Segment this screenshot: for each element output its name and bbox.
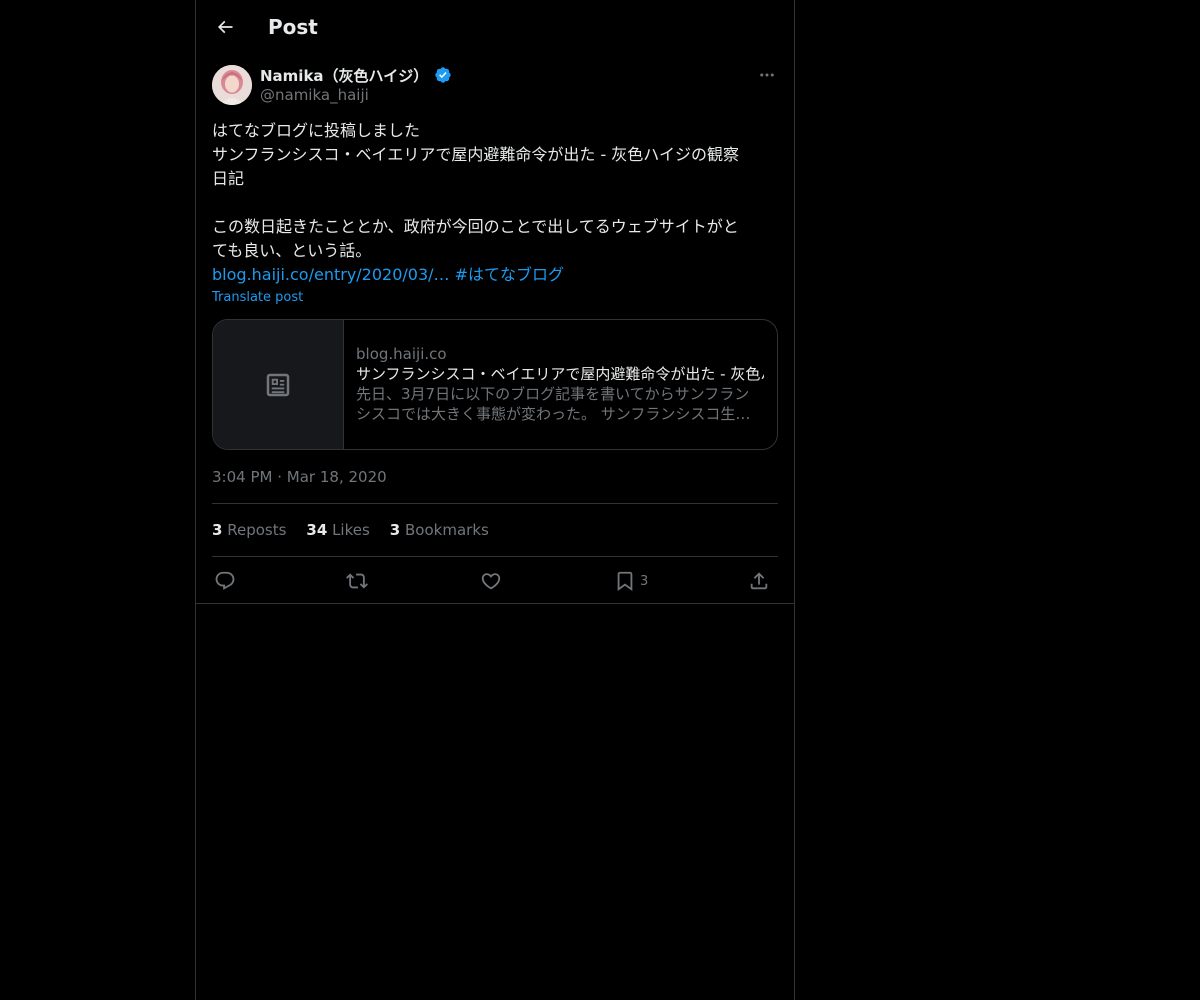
page-title: Post [268,15,318,39]
bookmark-action-count: 3 [640,573,649,589]
arrow-left-icon [217,20,233,34]
post-text-line: はてなブログに投稿しました [212,121,421,140]
engagement-stats: 3 Reposts 34 Likes 3 Bookmarks [212,520,509,540]
likes-count: 34 [306,521,328,539]
bookmarks-count: 3 [389,521,401,539]
bookmark-button[interactable]: 3 [614,568,648,594]
post-time[interactable]: 3:04 PM [212,468,272,486]
share-icon [750,572,768,590]
reposts-stat[interactable]: 3 Reposts [212,520,286,540]
bookmarks-label: Bookmarks [405,521,489,539]
like-button[interactable] [480,568,502,594]
post-column: Post Namika（灰色ハイジ） @namika_haiji はてなブログに… [195,0,795,1000]
card-body: blog.haiji.co サンフランシスコ・ベイエリアで屋内避難命令が出た -… [356,344,764,424]
card-thumbnail [213,320,344,449]
user-handle[interactable]: @namika_haiji [260,86,369,104]
more-horizontal-icon [760,73,774,77]
link-preview-card[interactable]: blog.haiji.co サンフランシスコ・ベイエリアで屋内避難命令が出た -… [212,319,778,450]
share-button[interactable] [748,568,770,594]
repost-button[interactable] [346,568,368,594]
verified-badge-icon[interactable] [434,66,452,84]
likes-label: Likes [332,521,370,539]
post-text-blank-line [212,191,778,215]
reposts-count: 3 [212,521,223,539]
translate-post-link[interactable]: Translate post [212,290,303,305]
post-links-line: blog.haiji.co/entry/2020/03/… #はてなブログ [212,263,778,287]
display-name[interactable]: Namika（灰色ハイジ） [260,65,428,86]
bookmark-icon [617,571,633,592]
post-text-line: サンフランシスコ・ベイエリアで屋内避難命令が出た - 灰色ハイジの観察 [212,145,739,164]
author-row: Namika（灰色ハイジ） @namika_haiji [212,64,778,108]
post-bottom-border [196,603,794,604]
avatar-image [212,65,252,105]
reply-icon [215,571,235,590]
hashtag-link[interactable]: #はてなブログ [455,265,564,284]
more-options-button[interactable] [756,64,778,86]
reply-button[interactable] [214,568,236,594]
card-domain: blog.haiji.co [356,345,447,363]
timestamp-separator: · [277,468,283,486]
divider [212,556,778,557]
post-url-link[interactable]: blog.haiji.co/entry/2020/03/… [212,265,450,284]
post-text-line: 日記 [212,169,245,188]
post-text: はてなブログに投稿しました サンフランシスコ・ベイエリアで屋内避難命令が出た -… [212,119,778,287]
reposts-label: Reposts [227,521,287,539]
header-bar: Post [196,0,794,54]
post-date[interactable]: Mar 18, 2020 [287,468,387,486]
article-icon [266,373,290,396]
repost-icon [346,573,368,589]
avatar[interactable] [212,65,252,105]
post-text-line: ても良い、という話。 [212,241,372,260]
back-button[interactable] [208,10,242,44]
bookmarks-stat[interactable]: 3 Bookmarks [390,520,489,540]
card-title: サンフランシスコ・ベイエリアで屋内避難命令が出た - 灰色ハイジの観察日記 [356,365,764,383]
post-text-line: この数日起きたこととか、政府が今回のことで出してるウェブサイトがと [212,217,739,236]
post-timestamp: 3:04 PM · Mar 18, 2020 [212,467,387,487]
heart-icon [481,573,501,590]
card-description: 先日、3月7日に以下のブログ記事を書いてからサンフランシスコでは大きく事態が変わ… [356,385,751,423]
display-name-wrap: Namika（灰色ハイジ） [260,64,452,86]
divider [212,503,778,504]
action-bar: 3 [212,566,778,596]
likes-stat[interactable]: 34 Likes [306,520,369,540]
